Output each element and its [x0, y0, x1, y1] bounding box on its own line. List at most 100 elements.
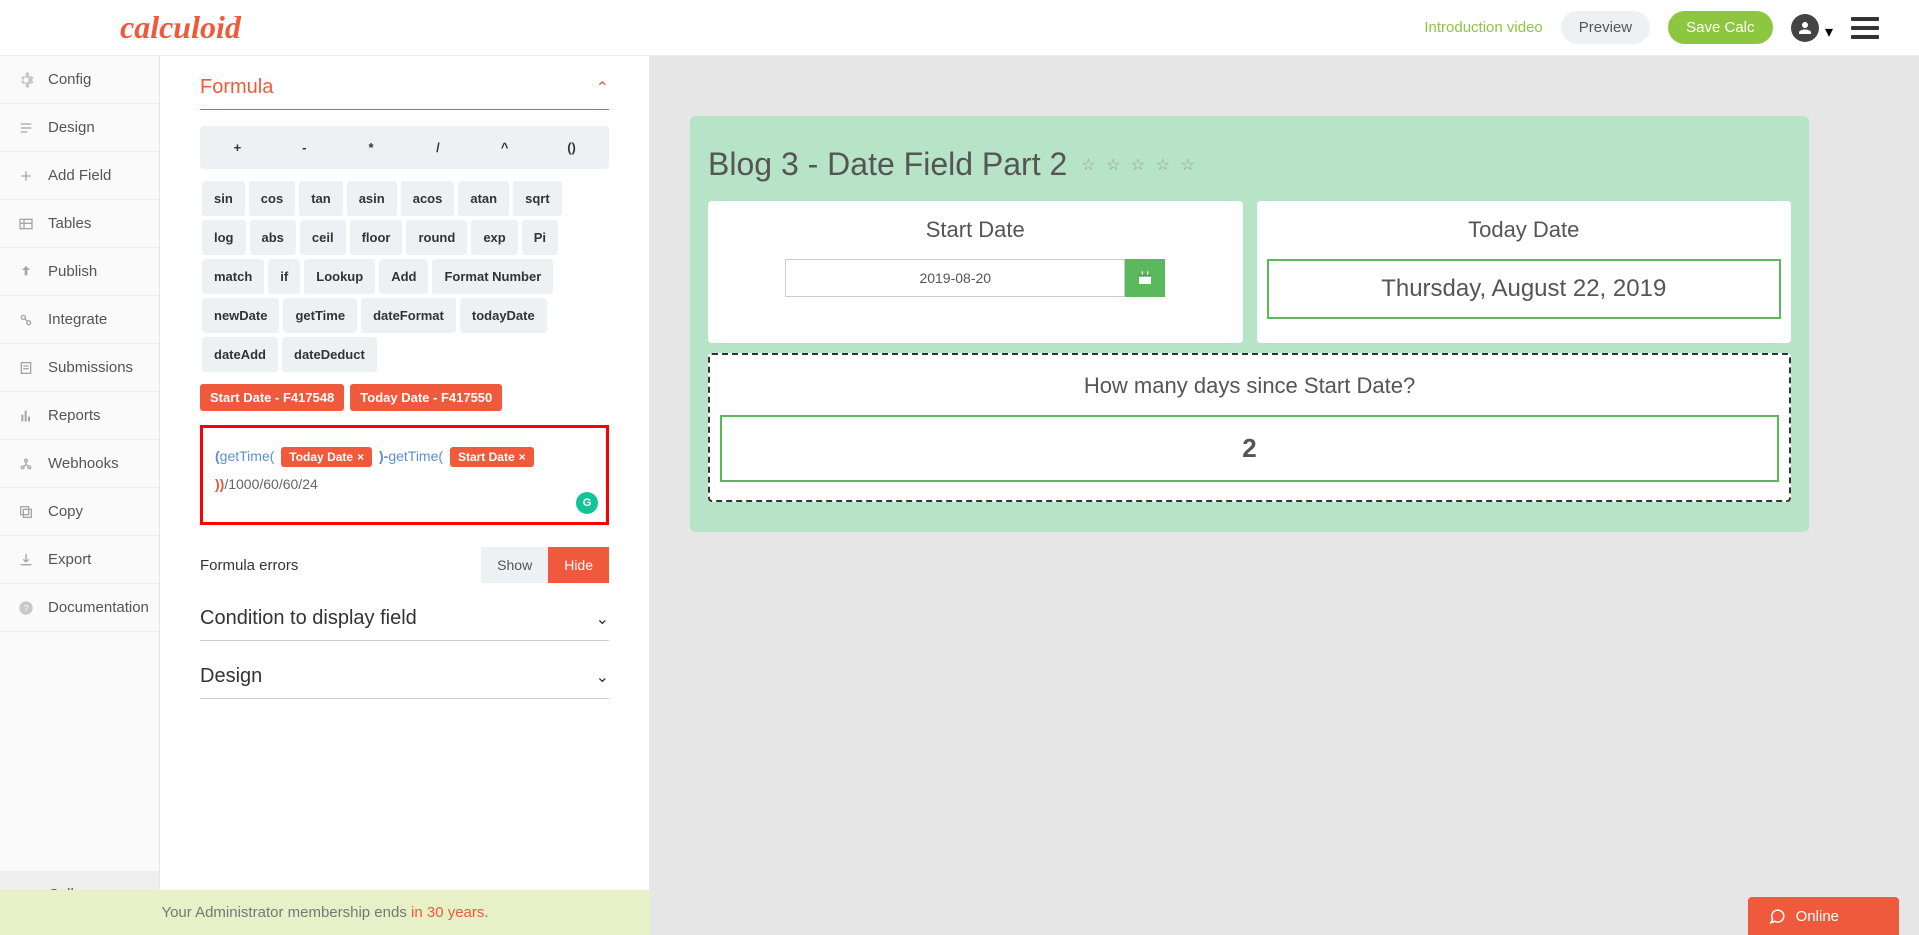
- sidebar-item-documentation[interactable]: ?Documentation: [0, 584, 159, 632]
- section-title: Condition to display field: [200, 607, 417, 630]
- tok-tail: /1000/60/60/24: [224, 476, 317, 492]
- rating-stars[interactable]: ☆ ☆ ☆ ☆ ☆: [1081, 155, 1198, 175]
- errors-toggle: Show Hide: [481, 547, 609, 583]
- preview-button[interactable]: Preview: [1561, 11, 1650, 44]
- calc-title-row: Blog 3 - Date Field Part 2 ☆ ☆ ☆ ☆ ☆: [708, 146, 1791, 183]
- copy-icon: [18, 504, 34, 520]
- fn-cos[interactable]: cos: [249, 181, 295, 216]
- sidebar-item-submissions[interactable]: Submissions: [0, 344, 159, 392]
- sidebar-item-export[interactable]: Export: [0, 536, 159, 584]
- sidebar-item-integrate[interactable]: Integrate: [0, 296, 159, 344]
- calendar-button[interactable]: [1125, 259, 1165, 297]
- fn-newdate[interactable]: newDate: [202, 298, 279, 333]
- logo: calculoid: [120, 9, 241, 46]
- section-title: Formula: [200, 76, 273, 99]
- user-menu[interactable]: ▾: [1791, 14, 1833, 42]
- function-buttons: sincostanasinacosatansqrt logabsceilfloor…: [200, 179, 609, 374]
- errors-show-button[interactable]: Show: [481, 547, 548, 583]
- op-minus[interactable]: -: [271, 130, 338, 165]
- sidebar-label: Integrate: [48, 311, 107, 328]
- condition-section-header[interactable]: Condition to display field ⌄: [200, 597, 609, 641]
- fn-dateadd[interactable]: dateAdd: [202, 337, 278, 372]
- result-card[interactable]: How many days since Start Date? 2: [708, 353, 1791, 502]
- fn-round[interactable]: round: [406, 220, 467, 255]
- formula-editor[interactable]: (getTime( Today Date× )-getTime( Start D…: [200, 425, 609, 525]
- intro-video-link[interactable]: Introduction video: [1424, 19, 1542, 36]
- sidebar-label: Add Field: [48, 167, 111, 184]
- tok-tag-today[interactable]: Today Date×: [281, 447, 372, 467]
- chevron-down-icon: ⌄: [596, 667, 609, 687]
- svg-text:?: ?: [23, 603, 28, 613]
- formula-errors-row: Formula errors Show Hide: [200, 547, 609, 583]
- integrate-icon: [18, 312, 34, 328]
- sidebar-item-webhooks[interactable]: Webhooks: [0, 440, 159, 488]
- online-chat-widget[interactable]: Online: [1748, 897, 1899, 935]
- errors-hide-button[interactable]: Hide: [548, 547, 609, 583]
- sidebar-item-add-field[interactable]: Add Field: [0, 152, 159, 200]
- fn-add[interactable]: Add: [379, 259, 428, 294]
- start-date-input[interactable]: [785, 259, 1125, 297]
- submissions-icon: [18, 360, 34, 376]
- publish-icon: [18, 264, 34, 280]
- op-div[interactable]: /: [404, 130, 471, 165]
- sidebar: Config Design Add Field Tables Publish I…: [0, 56, 160, 935]
- op-mult[interactable]: *: [338, 130, 405, 165]
- fn-datededuct[interactable]: dateDeduct: [282, 337, 377, 372]
- fn-abs[interactable]: abs: [250, 220, 296, 255]
- fn-acos[interactable]: acos: [401, 181, 455, 216]
- sidebar-label: Publish: [48, 263, 97, 280]
- sidebar-item-design[interactable]: Design: [0, 104, 159, 152]
- fn-gettime[interactable]: getTime: [283, 298, 357, 333]
- fn-tan[interactable]: tan: [299, 181, 343, 216]
- fn-sqrt[interactable]: sqrt: [513, 181, 562, 216]
- fn-todaydate[interactable]: todayDate: [460, 298, 547, 333]
- sidebar-item-config[interactable]: Config: [0, 56, 159, 104]
- fn-ceil[interactable]: ceil: [300, 220, 346, 255]
- design-section-header[interactable]: Design ⌄: [200, 655, 609, 699]
- fn-match[interactable]: match: [202, 259, 264, 294]
- sidebar-item-copy[interactable]: Copy: [0, 488, 159, 536]
- chip-start-date[interactable]: Start Date - F417548: [200, 384, 344, 411]
- chip-today-date[interactable]: Today Date - F417550: [350, 384, 502, 411]
- fn-log[interactable]: log: [202, 220, 246, 255]
- fn-dateformat[interactable]: dateFormat: [361, 298, 456, 333]
- remove-tag-icon[interactable]: ×: [519, 450, 526, 464]
- fn-floor[interactable]: floor: [350, 220, 403, 255]
- sidebar-item-publish[interactable]: Publish: [0, 248, 159, 296]
- chat-icon: [1768, 907, 1786, 925]
- op-paren[interactable]: (): [538, 130, 605, 165]
- chevron-down-icon: ⌄: [596, 609, 609, 629]
- errors-label: Formula errors: [200, 557, 298, 574]
- fn-asin[interactable]: asin: [347, 181, 397, 216]
- sidebar-label: Webhooks: [48, 455, 119, 472]
- fn-pi[interactable]: Pi: [522, 220, 558, 255]
- start-date-label: Start Date: [718, 217, 1233, 243]
- op-plus[interactable]: +: [204, 130, 271, 165]
- fn-if[interactable]: if: [268, 259, 300, 294]
- chevron-up-icon: ⌃: [596, 78, 609, 98]
- op-pow[interactable]: ^: [471, 130, 538, 165]
- table-icon: [18, 216, 34, 232]
- hamburger-menu[interactable]: [1851, 12, 1879, 44]
- top-header: calculoid Introduction video Preview Sav…: [0, 0, 1919, 56]
- formula-section-header[interactable]: Formula ⌃: [200, 66, 609, 110]
- operator-row: + - * / ^ (): [200, 126, 609, 169]
- tok-tag-start[interactable]: Start Date×: [450, 447, 534, 467]
- sidebar-item-reports[interactable]: Reports: [0, 392, 159, 440]
- grammarly-icon[interactable]: G: [576, 492, 598, 514]
- save-calc-button[interactable]: Save Calc: [1668, 11, 1772, 44]
- sidebar-item-tables[interactable]: Tables: [0, 200, 159, 248]
- help-icon: ?: [18, 600, 34, 616]
- fn-atan[interactable]: atan: [458, 181, 509, 216]
- field-reference-chips: Start Date - F417548 Today Date - F41755…: [200, 384, 609, 411]
- remove-tag-icon[interactable]: ×: [357, 450, 364, 464]
- webhooks-icon: [18, 456, 34, 472]
- tok-gettime2: getTime(: [388, 448, 443, 464]
- sidebar-label: Export: [48, 551, 91, 568]
- fn-format-number[interactable]: Format Number: [432, 259, 553, 294]
- start-date-card: Start Date: [708, 201, 1243, 343]
- fn-lookup[interactable]: Lookup: [304, 259, 375, 294]
- fn-sin[interactable]: sin: [202, 181, 245, 216]
- online-label: Online: [1796, 908, 1839, 925]
- fn-exp[interactable]: exp: [471, 220, 517, 255]
